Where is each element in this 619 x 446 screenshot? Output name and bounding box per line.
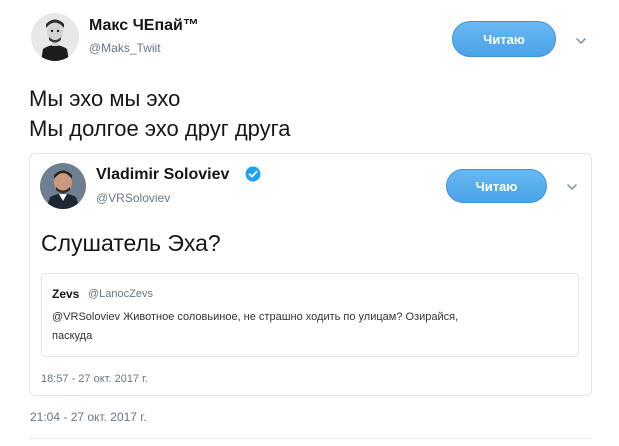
tweet-text-line-2: Мы долгое эхо друг друга (29, 116, 291, 141)
tweet-timestamp[interactable]: 21:04 - 27 окт. 2017 г. (30, 410, 147, 424)
quoted-tweet-text: Слушатель Эха? (41, 230, 221, 256)
quoted-author-handle[interactable]: @VRSoloviev (96, 191, 170, 205)
verified-badge-icon (245, 166, 261, 182)
follow-button[interactable]: Читаю (452, 21, 556, 57)
nested-author-handle[interactable]: @LanocZevs (88, 288, 153, 300)
author-handle[interactable]: @Maks_Twiit (89, 41, 161, 55)
nested-tweet-text-line-1: @VRSoloviev Животное соловьиное, не стра… (52, 311, 459, 323)
author-name[interactable]: Макс ЧЕпай™ (89, 17, 199, 35)
tweet-text-line-1: Мы эхо мы эхо (29, 86, 181, 111)
quoted-author-avatar[interactable] (40, 163, 86, 209)
author-avatar[interactable] (31, 13, 79, 61)
quoted-chevron-down-icon[interactable] (566, 181, 578, 193)
quoted-author-name[interactable]: Vladimir Soloviev (96, 166, 229, 184)
chevron-down-icon[interactable] (575, 35, 587, 47)
bottom-divider (29, 438, 592, 439)
nested-author-name[interactable]: Zevs (52, 287, 79, 301)
quoted-tweet-timestamp[interactable]: 18:57 - 27 окт. 2017 г. (41, 373, 148, 385)
nested-tweet-text-line-2: паскуда (52, 330, 93, 342)
quoted-follow-button[interactable]: Читаю (446, 169, 547, 203)
